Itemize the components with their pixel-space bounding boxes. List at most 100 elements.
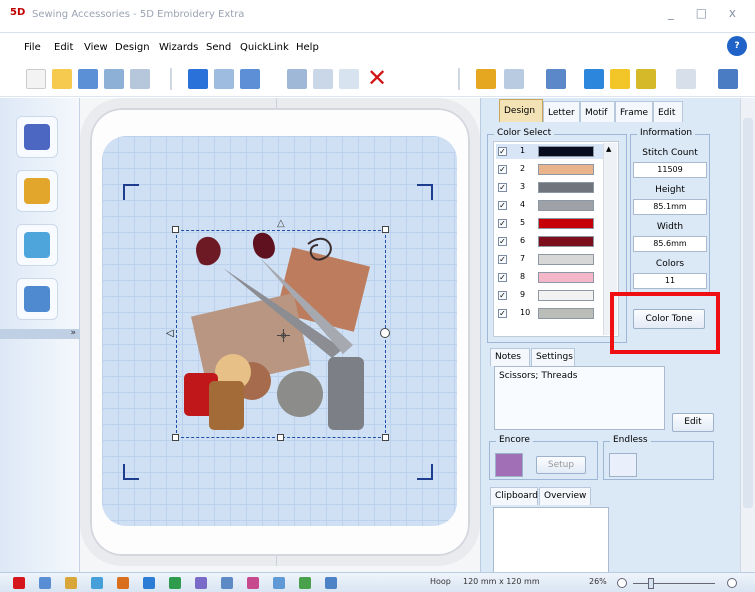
checkbox[interactable]: ✓ bbox=[498, 237, 507, 246]
3d-icon[interactable] bbox=[636, 69, 656, 89]
notes-box[interactable]: Scissors; Threads bbox=[494, 366, 665, 430]
new-icon[interactable] bbox=[26, 69, 46, 89]
hoop-icon[interactable] bbox=[718, 69, 738, 89]
window-controls[interactable]: _ □ x bbox=[668, 6, 745, 20]
color-row[interactable]: ✓ 4 bbox=[496, 198, 603, 213]
color-row[interactable]: ✓ 6 bbox=[496, 234, 603, 249]
tool-icon[interactable] bbox=[247, 577, 259, 589]
menu-edit[interactable]: Edit bbox=[54, 42, 73, 53]
copy-icon[interactable] bbox=[313, 69, 333, 89]
undo-icon[interactable] bbox=[188, 69, 208, 89]
checkbox[interactable]: ✓ bbox=[498, 201, 507, 210]
color-row[interactable]: ✓ 9 bbox=[496, 288, 603, 303]
maximize-icon[interactable]: □ bbox=[696, 6, 716, 20]
side-handle[interactable] bbox=[380, 328, 390, 338]
color-list[interactable]: ✓ 1 ✓ 2 ✓ 3 ✓ 4 ✓ 5 ✓ 6 ✓ 7 ✓ 8 ✓ 9 ✓ 10 ▲ bbox=[493, 141, 619, 337]
redo-icon[interactable] bbox=[214, 69, 234, 89]
zoom-slider-track[interactable] bbox=[633, 583, 715, 584]
tool-icon[interactable] bbox=[91, 577, 103, 589]
scrollbar-thumb[interactable] bbox=[743, 118, 753, 508]
menu-file[interactable]: File bbox=[24, 42, 41, 53]
tool-icon[interactable] bbox=[273, 577, 285, 589]
edit-notes-button[interactable]: Edit bbox=[672, 413, 714, 432]
side-handle[interactable]: ◁ bbox=[166, 328, 174, 339]
resize-handle[interactable] bbox=[172, 226, 179, 233]
color-row[interactable]: ✓ 8 bbox=[496, 270, 603, 285]
tab-design[interactable]: Design bbox=[499, 99, 543, 122]
checkbox[interactable]: ✓ bbox=[498, 291, 507, 300]
resize-handle[interactable] bbox=[382, 434, 389, 441]
checkbox[interactable]: ✓ bbox=[498, 219, 507, 228]
tab-edit[interactable]: Edit bbox=[653, 101, 683, 122]
tool-icon[interactable] bbox=[299, 577, 311, 589]
delete-icon[interactable]: ✕ bbox=[367, 66, 387, 90]
clipboard-area[interactable] bbox=[493, 507, 609, 582]
tool-icon[interactable] bbox=[169, 577, 181, 589]
design-canvas[interactable]: △ ◁ bbox=[80, 98, 480, 572]
panel-collapse-handle[interactable]: » bbox=[0, 328, 80, 339]
menu-wizards[interactable]: Wizards bbox=[159, 42, 198, 53]
tab-clipboard[interactable]: Clipboard bbox=[490, 487, 538, 505]
tab-notes[interactable]: Notes bbox=[490, 348, 530, 366]
layout-icon[interactable] bbox=[676, 69, 696, 89]
close-icon[interactable]: x bbox=[729, 6, 745, 20]
checkbox[interactable]: ✓ bbox=[498, 255, 507, 264]
menu-send[interactable]: Send bbox=[206, 42, 231, 53]
pencil-icon[interactable] bbox=[610, 69, 630, 89]
tool-icon[interactable] bbox=[39, 577, 51, 589]
checkbox[interactable]: ✓ bbox=[498, 165, 507, 174]
tool-icon[interactable] bbox=[221, 577, 233, 589]
encore-icon[interactable] bbox=[495, 453, 523, 477]
tool-icon[interactable] bbox=[195, 577, 207, 589]
color-row[interactable]: ✓ 7 bbox=[496, 252, 603, 267]
select-icon[interactable] bbox=[476, 69, 496, 89]
resize-handle[interactable] bbox=[382, 226, 389, 233]
paste-icon[interactable] bbox=[339, 69, 359, 89]
tab-frame[interactable]: Frame bbox=[615, 101, 653, 122]
split-design-icon[interactable] bbox=[16, 224, 58, 266]
tab-motif[interactable]: Motif bbox=[580, 101, 615, 122]
tool-icon[interactable] bbox=[325, 577, 337, 589]
zoom-icon[interactable] bbox=[546, 69, 566, 89]
resize-handle[interactable] bbox=[277, 434, 284, 441]
open-icon[interactable] bbox=[52, 69, 72, 89]
resize-handle[interactable] bbox=[172, 434, 179, 441]
endless-icon[interactable] bbox=[609, 453, 637, 477]
5d-logo-icon[interactable] bbox=[13, 577, 25, 589]
tab-settings[interactable]: Settings bbox=[531, 348, 575, 366]
save-icon[interactable] bbox=[78, 69, 98, 89]
minimize-icon[interactable]: _ bbox=[668, 6, 683, 20]
checkbox[interactable]: ✓ bbox=[498, 273, 507, 282]
tab-overview[interactable]: Overview bbox=[539, 487, 591, 505]
zoom-out-icon[interactable] bbox=[617, 578, 627, 588]
stitch-icon[interactable] bbox=[130, 69, 150, 89]
lettering-icon[interactable] bbox=[16, 116, 58, 158]
color-row[interactable]: ✓ 10 bbox=[496, 306, 603, 321]
checkbox[interactable]: ✓ bbox=[498, 183, 507, 192]
tab-letter[interactable]: Letter bbox=[543, 101, 580, 122]
quick-create-icon[interactable] bbox=[16, 170, 58, 212]
find-icon[interactable] bbox=[104, 69, 124, 89]
color-row[interactable]: ✓ 5 bbox=[496, 216, 603, 231]
cut-icon[interactable] bbox=[287, 69, 307, 89]
checkbox[interactable]: ✓ bbox=[498, 147, 507, 156]
color-row[interactable]: ✓ 2 bbox=[496, 162, 603, 177]
zoom-in-icon[interactable] bbox=[727, 578, 737, 588]
shape-design-icon[interactable] bbox=[16, 278, 58, 320]
move-icon[interactable] bbox=[584, 69, 604, 89]
collapse-icon[interactable]: » bbox=[70, 328, 76, 338]
tool-icon[interactable] bbox=[143, 577, 155, 589]
menu-quicklink[interactable]: QuickLink bbox=[240, 42, 289, 53]
help-icon[interactable]: ? bbox=[727, 36, 747, 56]
view-icon[interactable] bbox=[240, 69, 260, 89]
checkbox[interactable]: ✓ bbox=[498, 309, 507, 318]
layout-icon[interactable] bbox=[504, 69, 524, 89]
scroll-up-icon[interactable]: ▲ bbox=[606, 145, 611, 153]
menu-design[interactable]: Design bbox=[115, 42, 150, 53]
menu-view[interactable]: View bbox=[84, 42, 108, 53]
tool-icon[interactable] bbox=[117, 577, 129, 589]
zoom-slider-thumb[interactable] bbox=[648, 578, 654, 589]
tool-icon[interactable] bbox=[65, 577, 77, 589]
right-panel-scrollbar[interactable] bbox=[740, 98, 755, 572]
color-row[interactable]: ✓ 1 bbox=[496, 144, 603, 159]
